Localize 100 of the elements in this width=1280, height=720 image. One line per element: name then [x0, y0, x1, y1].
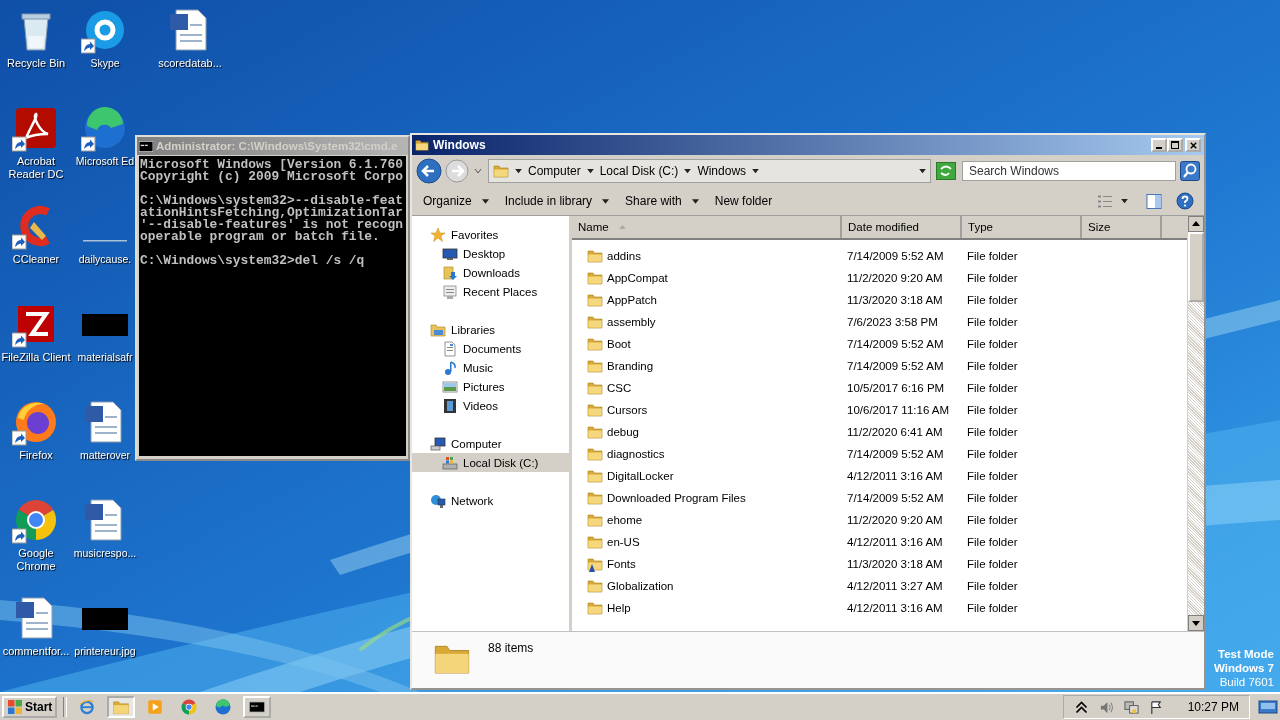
caret-icon[interactable] [752, 168, 760, 174]
file-name[interactable]: Fonts [607, 558, 636, 570]
chevron-icon[interactable] [1073, 699, 1089, 715]
console-icon [139, 140, 153, 152]
breadcrumb-item[interactable]: Local Disk (C:) [599, 164, 679, 178]
toolbar-button[interactable]: New folder [707, 191, 780, 211]
folder-icon [587, 314, 603, 330]
file-type: File folder [967, 514, 1018, 526]
download-folder-icon [442, 264, 458, 281]
nav-item[interactable]: Downloads [412, 263, 569, 282]
column-header[interactable]: Size [1082, 216, 1162, 238]
browser-icon [78, 698, 97, 716]
file-type: File folder [967, 316, 1018, 328]
date-modified: 4/12/2011 3:27 AM [847, 580, 943, 592]
nav-item[interactable]: Pictures [412, 377, 569, 396]
desktop-icon-label[interactable]: Google Chrome [0, 547, 73, 573]
desktop-icon-label[interactable]: FileZilla Client [0, 351, 73, 364]
caret-icon[interactable] [919, 168, 926, 174]
desktop-icon-label[interactable]: commentfor... [0, 645, 73, 658]
toolbar-button[interactable]: Organize [416, 191, 496, 211]
search-icon[interactable] [1180, 161, 1200, 181]
desktop-icon-label[interactable]: Firefox [0, 449, 73, 462]
desktop-icon-label[interactable]: Microsoft Ed [75, 155, 135, 168]
column-header[interactable]: Name [572, 216, 842, 238]
caret-icon[interactable] [586, 168, 594, 174]
scroll-thumb[interactable] [1188, 232, 1204, 302]
scroll-down-button[interactable] [1188, 615, 1204, 631]
nav-item[interactable]: Favorites [412, 225, 569, 244]
file-name[interactable]: Globalization [607, 580, 674, 592]
desktop-icon-label[interactable]: printereur.jpg [74, 645, 136, 658]
file-name[interactable]: ehome [607, 514, 643, 526]
close-button[interactable] [1185, 138, 1201, 152]
file-name[interactable]: addins [607, 250, 641, 262]
nav-item[interactable]: Local Disk (C:) [412, 453, 569, 472]
clock[interactable]: 10:27 PM [1187, 700, 1239, 714]
file-name[interactable]: assembly [607, 316, 656, 328]
nav-item[interactable]: Music [412, 358, 569, 377]
column-header[interactable]: Date modified [842, 216, 962, 238]
file-name[interactable]: Downloaded Program Files [607, 492, 746, 504]
file-name[interactable]: DigitalLocker [607, 470, 674, 482]
desktop-icon-label[interactable]: musicrespo... [73, 547, 137, 560]
taskbar-button[interactable] [243, 696, 272, 718]
file-name[interactable]: Branding [607, 360, 654, 372]
scrollbar[interactable] [1187, 216, 1204, 631]
date-modified: 7/14/2009 5:52 AM [847, 360, 944, 372]
flag-icon[interactable] [1148, 699, 1164, 715]
file-type: File folder [967, 294, 1018, 306]
date-modified: 7/14/2009 5:52 AM [847, 250, 944, 262]
desktop-icon-label[interactable]: Skype [90, 57, 120, 70]
caret-icon[interactable] [515, 168, 522, 174]
show-desktop-icon[interactable] [1258, 699, 1278, 715]
file-name[interactable]: CSC [607, 382, 632, 394]
network-icon[interactable] [1123, 699, 1139, 715]
nav-item[interactable]: Network [412, 491, 569, 510]
file-name[interactable]: AppPatch [607, 294, 657, 306]
recent-pages-caret-icon[interactable] [474, 168, 482, 174]
file-name[interactable]: AppCompat [607, 272, 668, 284]
nav-item[interactable]: Desktop [412, 244, 569, 263]
file-type: File folder [967, 536, 1018, 548]
date-modified: 4/12/2011 3:16 AM [847, 602, 943, 614]
column-header[interactable]: Type [962, 216, 1082, 238]
breadcrumb-item[interactable]: Computer [528, 164, 581, 178]
file-name[interactable]: diagnostics [607, 448, 665, 460]
desktop-icon-label[interactable]: CCleaner [0, 253, 73, 266]
file-type: File folder [967, 492, 1018, 504]
file-name[interactable]: debug [607, 426, 639, 438]
file-name[interactable]: en-US [607, 536, 640, 548]
preview-pane-icon[interactable] [1146, 193, 1162, 209]
desktop-icon-label[interactable]: Recycle Bin [0, 57, 73, 70]
caret-icon[interactable] [684, 168, 692, 174]
help-icon[interactable] [1176, 192, 1194, 210]
refresh-button[interactable] [936, 162, 956, 180]
desktop-icon-label[interactable]: scoredatab... [152, 57, 228, 70]
file-name[interactable]: Boot [607, 338, 631, 350]
nav-item[interactable]: Recent Places [412, 282, 569, 301]
search-field[interactable]: Search Windows [962, 161, 1176, 181]
nav-item[interactable]: Documents [412, 339, 569, 358]
desktop-icon-label[interactable]: dailycause. [78, 253, 132, 266]
scroll-up-button[interactable] [1188, 216, 1204, 232]
caret-icon[interactable] [1121, 198, 1128, 204]
back-button[interactable] [416, 158, 442, 184]
breadcrumb-item[interactable]: Windows [697, 164, 747, 178]
nav-item[interactable]: Videos [412, 396, 569, 415]
nav-item[interactable]: Libraries [412, 320, 569, 339]
file-name[interactable]: Help [607, 602, 631, 614]
start-button[interactable]: Start [2, 696, 58, 718]
file-name[interactable]: Cursors [607, 404, 648, 416]
nav-item[interactable]: Computer [412, 434, 569, 453]
desktop-icon-label[interactable]: Acrobat Reader DC [0, 155, 73, 181]
folder-icon [587, 336, 603, 352]
toolbar-button[interactable]: Include in library [497, 191, 617, 211]
address-bar[interactable]: Computer Local Disk (C:) Windows [488, 159, 931, 183]
toolbar-button[interactable]: Share with [618, 191, 706, 211]
maximize-button[interactable] [1167, 138, 1183, 152]
minimize-button[interactable] [1151, 138, 1167, 152]
desktop-icon-label[interactable]: materialsafr [77, 351, 133, 364]
drive-icon [442, 454, 458, 471]
desktop-icon-label[interactable]: matterover [79, 449, 131, 462]
folder-icon [587, 358, 603, 374]
monitor-icon [442, 245, 458, 262]
